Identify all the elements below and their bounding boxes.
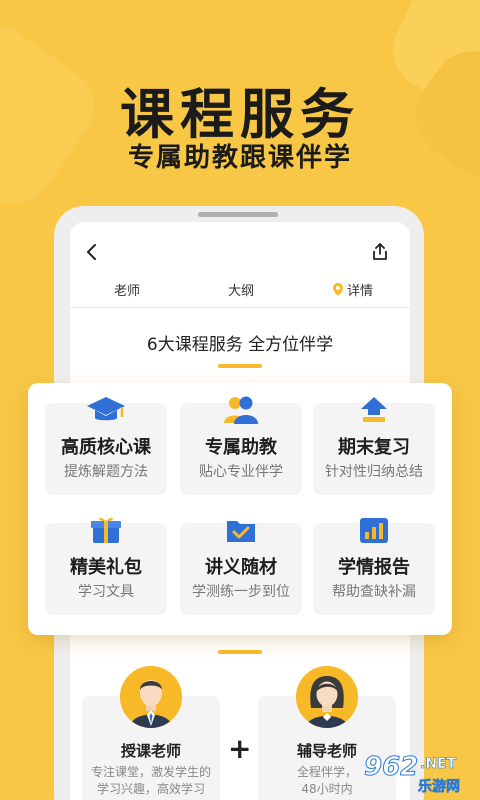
bar-chart-icon <box>360 518 388 543</box>
lecturer-avatar <box>120 666 182 728</box>
service-title: 高质核心课 <box>61 437 151 458</box>
service-desc: 贴心专业伴学 <box>199 464 283 480</box>
service-desc: 学测练一步到位 <box>192 584 290 600</box>
accent-underline <box>218 650 262 654</box>
teacher-name: 授课老师 <box>120 742 181 760</box>
service-title: 讲义随材 <box>205 557 277 578</box>
gift-icon <box>91 517 121 543</box>
service-tile-gift[interactable]: 精美礼包 学习文具 <box>45 517 167 615</box>
accent-underline <box>218 364 262 368</box>
tab-teacher[interactable]: 老师 <box>114 280 140 299</box>
folder-check-icon <box>227 521 255 542</box>
section-title: 6大课程服务 全方位伴学 <box>146 335 334 355</box>
service-desc: 提炼解题方法 <box>64 464 148 480</box>
service-desc: 帮助查缺补漏 <box>332 584 416 600</box>
phone-speaker <box>198 212 278 217</box>
teacher-desc: 专注课堂，激发学生的 学习兴趣，高效学习 <box>82 764 220 798</box>
hero-subtitle: 专属助教跟课伴学 <box>127 143 352 173</box>
service-title: 学情报告 <box>338 557 410 578</box>
service-tile-report[interactable]: 学情报告 帮助查缺补漏 <box>313 518 435 615</box>
teacher-desc-line: 专注课堂，激发学生的 <box>90 765 211 779</box>
location-pin-icon <box>333 283 343 296</box>
tab-outline[interactable]: 大纲 <box>228 280 254 299</box>
people-icon <box>224 396 258 424</box>
teacher-desc-line: 学习兴趣，高效学习 <box>96 782 205 796</box>
service-tile-assistant[interactable]: 专属助教 贴心专业伴学 <box>180 396 302 495</box>
tab-divider <box>70 307 410 308</box>
tab-detail-label: 详情 <box>347 284 374 299</box>
share-icon[interactable] <box>370 242 390 262</box>
service-title: 专属助教 <box>205 437 277 458</box>
chevron-left-icon[interactable] <box>84 243 100 261</box>
service-desc: 针对性归纳总结 <box>325 464 423 480</box>
tutor-avatar <box>296 666 358 728</box>
service-tile-review[interactable]: 期末复习 针对性归纳总结 <box>313 397 435 495</box>
service-tile-core-course[interactable]: 高质核心课 提炼解题方法 <box>45 397 167 495</box>
watermark-logo: 962 .NET 乐游网 <box>363 752 476 796</box>
stack-up-icon <box>361 397 387 422</box>
plus-sign: + <box>228 732 252 765</box>
service-title: 期末复习 <box>338 437 410 458</box>
service-tile-handouts[interactable]: 讲义随材 学测练一步到位 <box>180 521 302 615</box>
service-desc: 学习文具 <box>78 584 134 600</box>
tab-detail[interactable]: 详情 <box>333 280 373 299</box>
watermark-number: 962 <box>363 752 419 783</box>
watermark-site: 乐游网 <box>418 779 461 796</box>
graduation-cap-icon <box>87 397 125 421</box>
watermark-net: .NET <box>420 756 457 773</box>
service-title: 精美礼包 <box>70 557 142 578</box>
